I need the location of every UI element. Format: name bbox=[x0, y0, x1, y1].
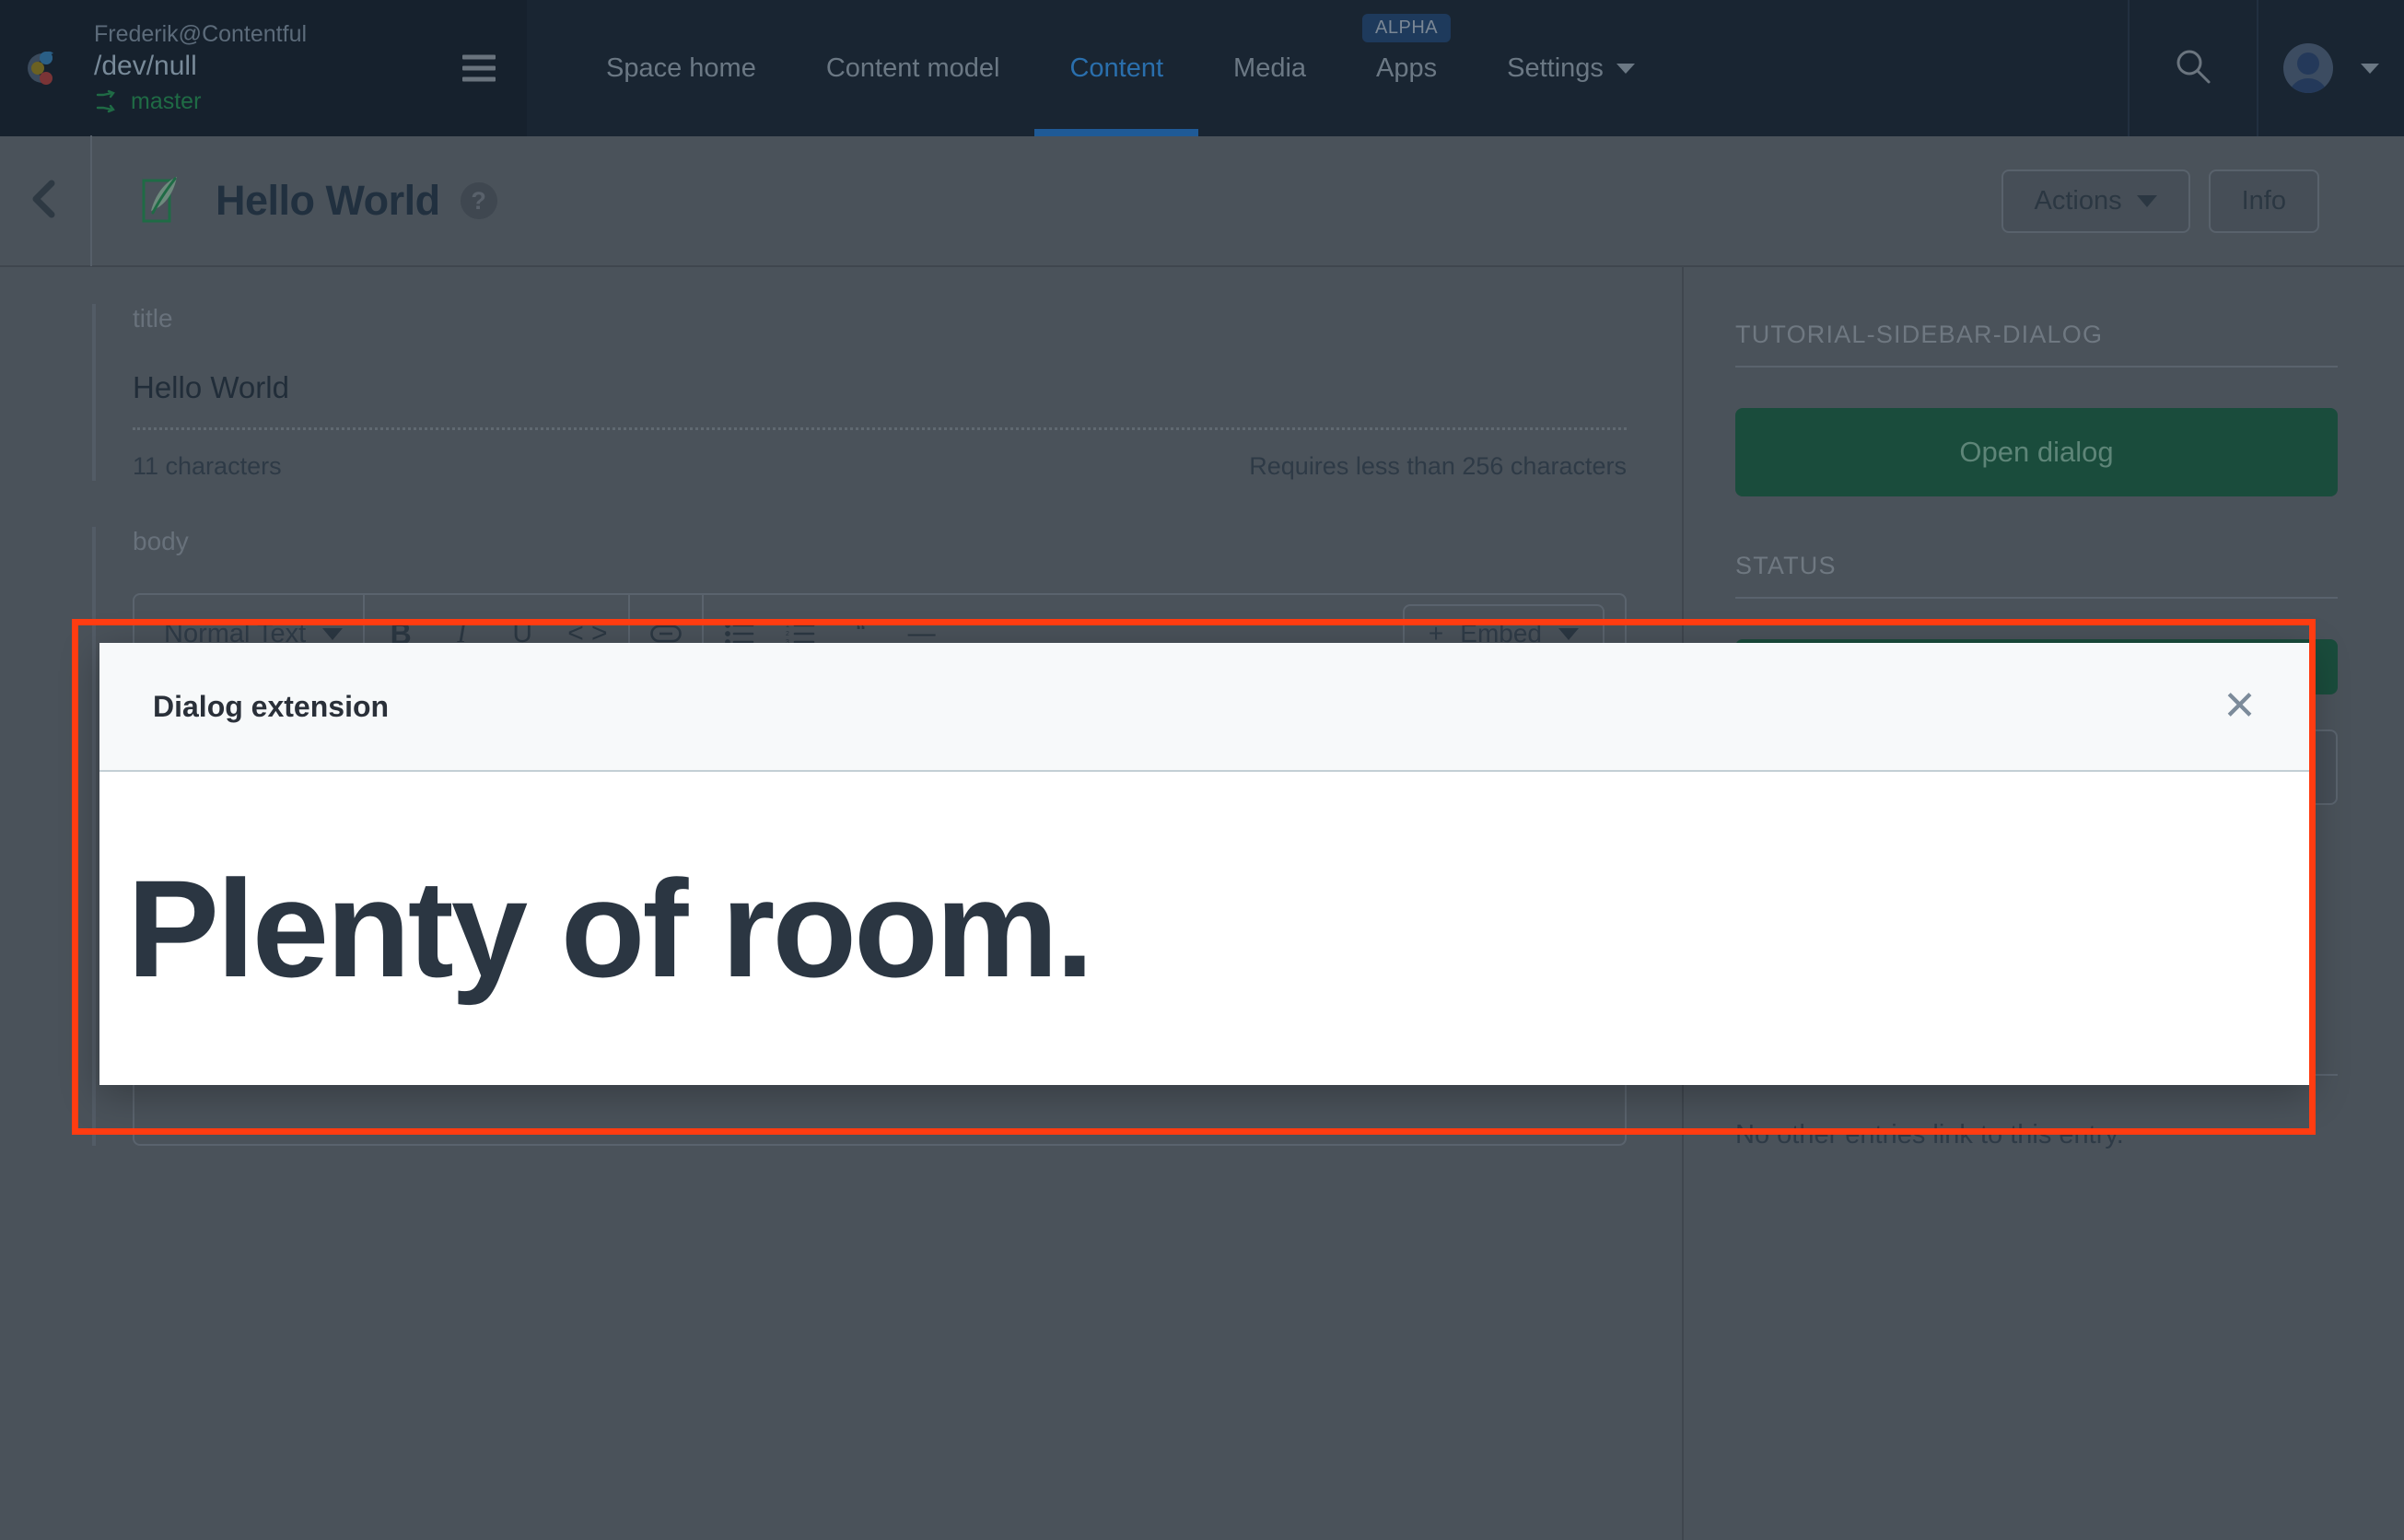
avatar bbox=[2283, 43, 2333, 93]
nav-tabs: Space home Content model Content Media A… bbox=[527, 0, 2128, 136]
title-input[interactable]: Hello World bbox=[133, 370, 1627, 430]
back-button[interactable] bbox=[0, 135, 92, 266]
open-dialog-button[interactable]: Open dialog bbox=[1735, 408, 2338, 496]
app-root: Frederik@Contentful /dev/null master Spa… bbox=[0, 0, 2404, 1540]
chevron-down-icon bbox=[2361, 63, 2379, 74]
space-name: /dev/null bbox=[94, 50, 197, 81]
entry-header-actions: Actions Info bbox=[2001, 169, 2404, 233]
chevron-down-icon bbox=[1558, 627, 1579, 640]
dialog-extension-modal: Dialog extension ✕ Plenty of room. bbox=[99, 643, 2310, 1085]
tab-settings[interactable]: Settings bbox=[1472, 0, 1670, 136]
tab-media[interactable]: Media bbox=[1198, 0, 1341, 136]
dialog-header: Dialog extension ✕ bbox=[99, 643, 2310, 772]
search-icon bbox=[2172, 45, 2214, 92]
field-label: title bbox=[133, 304, 173, 332]
tab-content[interactable]: Content bbox=[1034, 0, 1198, 136]
field-footer: 11 characters Requires less than 256 cha… bbox=[133, 430, 1627, 481]
character-count: 11 characters bbox=[133, 452, 282, 480]
tab-label: Space home bbox=[606, 52, 756, 83]
close-icon[interactable]: ✕ bbox=[2223, 686, 2257, 727]
page-title: Hello World bbox=[216, 177, 440, 224]
entry-header: Hello World ? Actions Info bbox=[0, 135, 2404, 267]
search-button[interactable] bbox=[2128, 0, 2257, 136]
chevron-down-icon bbox=[1616, 63, 1635, 74]
tab-label: Content bbox=[1069, 52, 1164, 83]
info-button[interactable]: Info bbox=[2208, 169, 2319, 233]
feather-entry-icon bbox=[131, 169, 195, 233]
tab-label: Media bbox=[1233, 52, 1307, 83]
dialog-content-text: Plenty of room. bbox=[127, 851, 1094, 1006]
space-organization: Frederik@Contentful bbox=[94, 21, 308, 48]
status-title: STATUS bbox=[1735, 552, 1837, 579]
dialog-title: Dialog extension bbox=[153, 689, 390, 723]
info-label: Info bbox=[2241, 185, 2286, 216]
space-meta: Frederik@Contentful /dev/null master bbox=[94, 21, 307, 115]
chevron-left-icon bbox=[27, 178, 64, 225]
actions-label: Actions bbox=[2034, 185, 2122, 216]
contentful-logo-icon bbox=[26, 42, 77, 94]
tab-label: Settings bbox=[1507, 52, 1604, 83]
hamburger-icon[interactable] bbox=[462, 54, 496, 82]
links-empty-text: No other entries link to this entry. bbox=[1735, 1120, 2124, 1150]
divider bbox=[1735, 366, 2338, 368]
link-icon[interactable] bbox=[649, 624, 682, 644]
tab-space-home[interactable]: Space home bbox=[571, 0, 791, 136]
user-menu-button[interactable] bbox=[2257, 0, 2404, 136]
sidebar-section-extension: TUTORIAL-SIDEBAR-DIALOG Open dialog bbox=[1735, 321, 2338, 496]
validation-hint: Requires less than 256 characters bbox=[1249, 452, 1627, 480]
top-navigation-bar: Frederik@Contentful /dev/null master Spa… bbox=[0, 0, 2404, 136]
tab-content-model[interactable]: Content model bbox=[791, 0, 1035, 136]
environment-branch-icon bbox=[94, 89, 118, 113]
chevron-down-icon bbox=[322, 627, 344, 640]
dialog-body: Plenty of room. bbox=[99, 772, 2310, 1085]
nav-right-actions bbox=[2128, 0, 2404, 136]
actions-button[interactable]: Actions bbox=[2001, 169, 2190, 233]
field-label: body bbox=[133, 527, 189, 555]
question-mark-icon[interactable]: ? bbox=[460, 182, 497, 219]
tab-label: Content model bbox=[825, 52, 1000, 83]
chevron-down-icon bbox=[2136, 194, 2157, 207]
divider bbox=[1735, 597, 2338, 599]
alpha-badge: ALPHA bbox=[1362, 14, 1452, 42]
extension-title: TUTORIAL-SIDEBAR-DIALOG bbox=[1735, 321, 2104, 348]
tab-apps[interactable]: ALPHA Apps bbox=[1341, 0, 1472, 136]
space-environment: master bbox=[94, 88, 307, 115]
environment-name: master bbox=[131, 88, 202, 114]
tab-label: Apps bbox=[1376, 52, 1438, 83]
field-title: title Hello World 11 characters Requires… bbox=[92, 304, 1627, 481]
svg-text:1: 1 bbox=[786, 623, 789, 629]
space-selector[interactable]: Frederik@Contentful /dev/null master bbox=[0, 0, 527, 136]
svg-text:2: 2 bbox=[786, 631, 789, 637]
